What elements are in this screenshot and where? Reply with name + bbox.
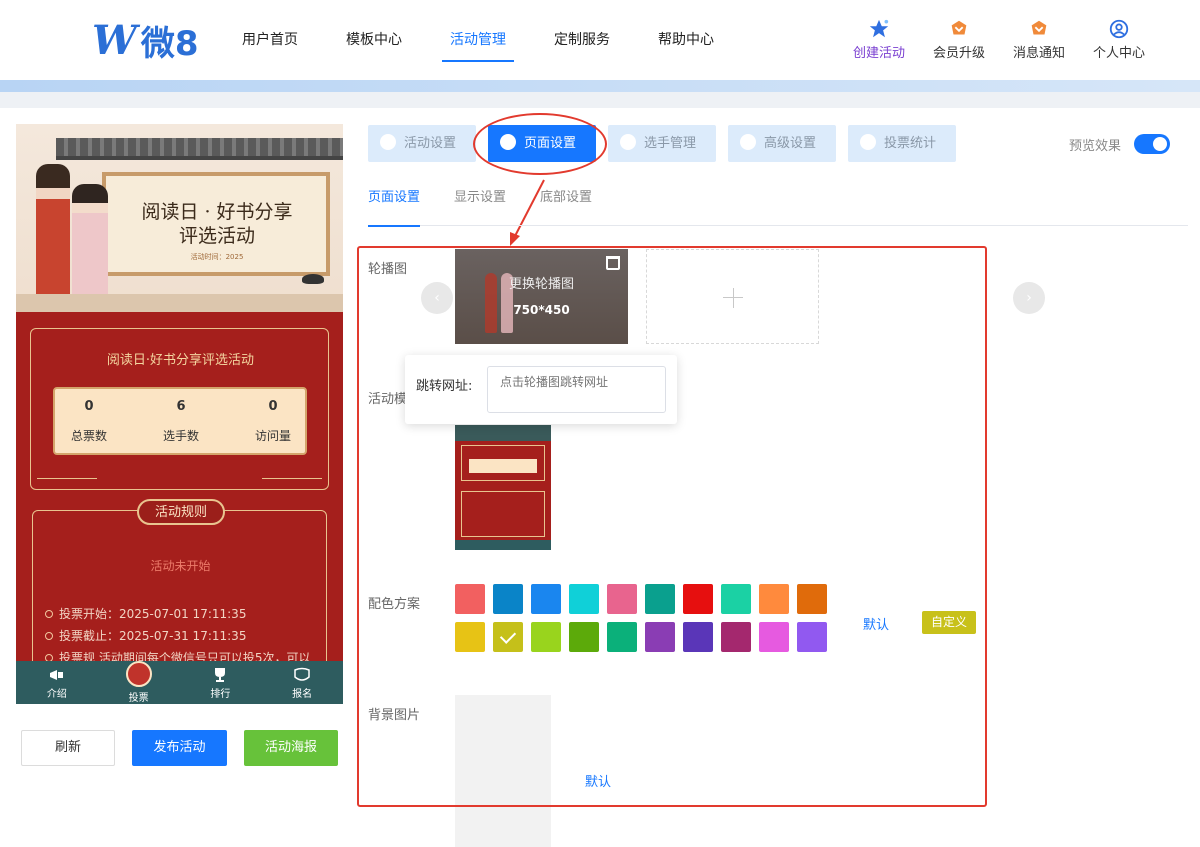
stat-label: 选手数 — [162, 429, 199, 443]
tab-ranking[interactable]: 排行 — [180, 661, 262, 704]
cloud-decoration-right — [262, 467, 322, 479]
rule-text: 投票开始：2025-07-01 17:11:35 — [59, 607, 247, 621]
activity-poster-button[interactable]: 活动海报 — [244, 730, 338, 766]
header-actions: 创建活动 会员升级 消息通知 个人中心 — [848, 18, 1150, 61]
crown-icon — [951, 20, 967, 35]
mobile-preview: 阅读日 · 好书分享 评选活动 活动时间：2025 阅读日·好书分享评选活动 0… — [16, 124, 343, 704]
step-label: 活动设置 — [404, 136, 457, 151]
preview-tabbar: 介绍 投票 排行 报名 — [16, 661, 343, 704]
message-notify-label: 消息通知 — [1012, 46, 1065, 61]
signup-icon — [294, 667, 310, 681]
page-settings-subtabs: 页面设置 显示设置 底部设置 — [368, 188, 1188, 227]
tab-intro[interactable]: 介绍 — [16, 661, 98, 704]
nav-user-home[interactable]: 用户首页 — [222, 0, 318, 80]
cloud-decoration-left — [37, 467, 97, 479]
bell-icon — [1031, 20, 1047, 35]
nav-custom-service[interactable]: 定制服务 — [534, 0, 630, 80]
tab-label: 报名 — [292, 689, 313, 700]
stat-label: 总票数 — [70, 429, 107, 443]
tab-label: 投票 — [128, 693, 149, 704]
clock-icon — [45, 632, 53, 640]
rule-text: 投票截止：2025-07-31 17:11:35 — [59, 629, 247, 643]
create-activity-link[interactable]: 创建活动 — [848, 18, 910, 61]
logo-mark: W — [92, 16, 137, 64]
rule-vote-start: 投票开始：2025-07-01 17:11:35 — [45, 605, 246, 622]
megaphone-icon — [49, 670, 63, 680]
rule-vote-end: 投票截止：2025-07-31 17:11:35 — [45, 627, 246, 644]
chart-icon — [860, 134, 876, 150]
header-divider — [0, 80, 1200, 92]
nav-help-center[interactable]: 帮助中心 — [638, 0, 734, 80]
subtab-display-settings[interactable]: 显示设置 — [454, 188, 506, 226]
clock-icon — [45, 610, 53, 618]
preview-effect-label: 预览效果 — [1069, 139, 1122, 154]
member-upgrade-link[interactable]: 会员升级 — [928, 18, 990, 61]
settings-steps: 活动设置 页面设置 选手管理 高级设置 投票统计 — [368, 125, 956, 162]
nav-activity-management[interactable]: 活动管理 — [430, 0, 526, 80]
banner-roof-decoration — [56, 138, 343, 160]
personal-center-label: 个人中心 — [1092, 46, 1145, 61]
member-upgrade-label: 会员升级 — [932, 46, 985, 61]
preview-banner: 阅读日 · 好书分享 评选活动 活动时间：2025 — [16, 124, 343, 312]
activity-title: 阅读日·好书分享评选活动 — [106, 353, 255, 368]
step-activity-settings[interactable]: 活动设置 — [368, 125, 476, 162]
stat-total-votes: 0 总票数 — [49, 399, 129, 444]
step-contestant-management[interactable]: 选手管理 — [608, 125, 716, 162]
user-icon — [1109, 19, 1129, 39]
sliders-icon — [740, 134, 756, 150]
personal-center-link[interactable]: 个人中心 — [1088, 18, 1150, 61]
content-top-band — [0, 92, 1200, 108]
subtab-footer-settings[interactable]: 底部设置 — [540, 188, 592, 226]
publish-activity-button[interactable]: 发布活动 — [132, 730, 227, 766]
rules-title: 活动规则 — [137, 499, 225, 525]
banner-title-line2: 评选活动 — [178, 225, 255, 247]
stat-value: 0 — [84, 399, 94, 414]
nav-template-center[interactable]: 模板中心 — [326, 0, 422, 80]
stat-value: 6 — [176, 399, 186, 414]
top-navigation-bar: W 微8 用户首页 模板中心 活动管理 定制服务 帮助中心 创建活动 会员升级 … — [0, 0, 1200, 80]
stat-label: 访问量 — [254, 429, 291, 443]
person-icon — [620, 134, 636, 150]
trophy-icon — [215, 668, 226, 682]
main-nav: 用户首页 模板中心 活动管理 定制服务 帮助中心 — [222, 0, 742, 80]
stat-visits: 0 访问量 — [233, 399, 313, 444]
preview-effect-toggle[interactable] — [1134, 134, 1170, 154]
create-activity-label: 创建活动 — [852, 46, 905, 61]
banner-title-line1: 阅读日 · 好书分享 — [141, 201, 293, 223]
step-label: 选手管理 — [644, 136, 697, 151]
banner-figure-right — [72, 184, 108, 304]
subtab-page-settings[interactable]: 页面设置 — [368, 188, 421, 227]
stat-value: 0 — [268, 399, 278, 414]
site-logo[interactable]: W 微8 — [92, 16, 199, 64]
stats-card: 阅读日·好书分享评选活动 0 总票数 6 选手数 0 访问量 — [30, 328, 329, 490]
heart-icon — [380, 134, 396, 150]
bird-decoration — [302, 274, 324, 284]
vote-icon — [125, 661, 152, 687]
banner-figure-left — [36, 164, 70, 298]
refresh-button[interactable]: 刷新 — [21, 730, 115, 766]
tab-vote[interactable]: 投票 — [98, 661, 180, 704]
banner-title: 阅读日 · 好书分享 评选活动 — [112, 200, 322, 248]
step-label: 投票统计 — [884, 136, 937, 151]
rules-status: 活动未开始 — [150, 559, 211, 573]
step-advanced-settings[interactable]: 高级设置 — [728, 125, 836, 162]
stat-contestants: 6 选手数 — [141, 399, 221, 444]
step-vote-statistics[interactable]: 投票统计 — [848, 125, 956, 162]
highlight-box — [357, 246, 987, 807]
carousel-next-button[interactable]: › — [1013, 282, 1045, 314]
step-label: 高级设置 — [764, 136, 817, 151]
stats-box: 0 总票数 6 选手数 0 访问量 — [53, 387, 307, 455]
chevron-right-icon: › — [1026, 290, 1032, 306]
banner-subtitle: 活动时间：2025 — [190, 253, 244, 261]
tab-label: 排行 — [210, 689, 231, 700]
logo-text: 微8 — [140, 23, 199, 64]
tab-label: 介绍 — [46, 689, 67, 700]
banner-ground — [16, 294, 343, 312]
tab-signup[interactable]: 报名 — [261, 661, 343, 704]
star-icon — [869, 19, 889, 38]
highlight-circle — [473, 113, 607, 175]
message-notify-link[interactable]: 消息通知 — [1008, 18, 1070, 61]
